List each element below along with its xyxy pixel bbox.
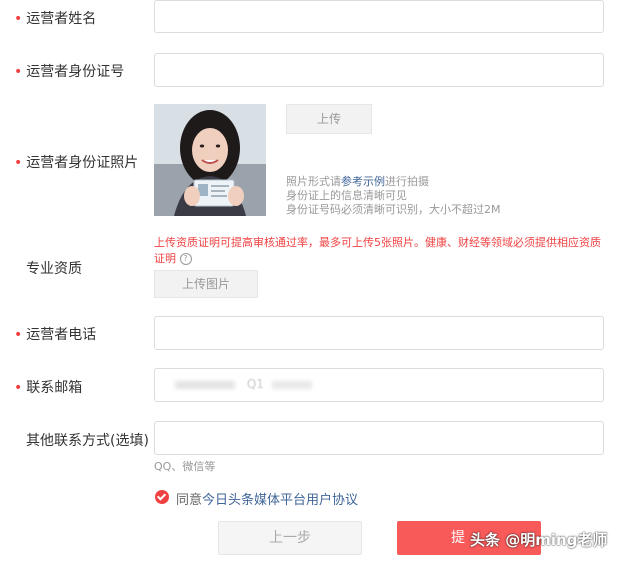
- email-input[interactable]: Q1: [154, 368, 604, 402]
- id-label: • 运营者身份证号: [14, 61, 124, 81]
- photo-label-text: 运营者身份证照片: [26, 155, 139, 171]
- name-input[interactable]: [154, 0, 604, 33]
- upload-image-button[interactable]: 上传图片: [154, 270, 258, 298]
- required-mark: •: [14, 64, 23, 80]
- name-label-text: 运营者姓名: [26, 11, 97, 27]
- other-contact-hint: QQ、微信等: [154, 460, 216, 473]
- agree-prefix: 同意: [176, 493, 203, 508]
- other-contact-input[interactable]: [154, 421, 604, 455]
- name-label: • 运营者姓名: [14, 8, 96, 28]
- qualification-warning-text: 上传资质证明可提高审核通过率，最多可上传5张照片。健康、财经等领域必须提供相应资…: [154, 236, 601, 265]
- person-holding-id-illustration: [154, 104, 266, 216]
- phone-label-text: 运营者电话: [26, 327, 97, 343]
- email-visible-fragment: Q1: [246, 377, 264, 391]
- prev-step-button[interactable]: 上一步: [218, 521, 362, 555]
- id-number-input[interactable]: [154, 53, 604, 87]
- id-photo-example-image: [154, 104, 266, 216]
- photo-hint-suffix: 进行拍摄: [385, 175, 429, 188]
- required-mark: •: [14, 11, 23, 27]
- id-label-text: 运营者身份证号: [26, 64, 125, 80]
- required-mark: •: [14, 327, 23, 343]
- photo-hint-line3: 身份证号码必须清晰可识别，大小不超过2M: [286, 203, 501, 216]
- phone-label: • 运营者电话: [14, 324, 96, 344]
- email-label: • 联系邮箱: [14, 377, 82, 397]
- photo-label: • 运营者身份证照片: [14, 152, 138, 172]
- photo-hint-prefix: 照片形式请: [286, 175, 341, 188]
- photo-hint: 照片形式请参考示例进行拍摄 身份证上的信息清晰可见 身份证号码必须清晰可识别，大…: [286, 175, 501, 217]
- agreement-link[interactable]: 今日头条媒体平台用户协议: [202, 493, 358, 508]
- agreement-text: 同意今日头条媒体平台用户协议: [176, 489, 358, 508]
- required-mark: •: [14, 380, 23, 396]
- example-link[interactable]: 参考示例: [341, 175, 385, 188]
- watermark: 头条 @明ming老师: [470, 531, 608, 549]
- qualification-label: 专业资质: [26, 261, 82, 277]
- blurred-email-suffix: [271, 380, 312, 389]
- upload-id-photo-button[interactable]: 上传: [286, 104, 372, 134]
- required-mark: •: [14, 155, 23, 171]
- phone-input[interactable]: [154, 316, 604, 350]
- agree-checkbox[interactable]: [155, 490, 169, 504]
- help-icon[interactable]: ?: [179, 253, 192, 265]
- qualification-warning: 上传资质证明可提高审核通过率，最多可上传5张照片。健康、财经等领域必须提供相应资…: [154, 235, 604, 267]
- photo-hint-line1: 照片形式请参考示例进行拍摄: [286, 175, 501, 189]
- email-label-text: 联系邮箱: [26, 380, 83, 396]
- blurred-email-prefix: [175, 380, 235, 389]
- photo-hint-line2: 身份证上的信息清晰可见: [286, 189, 407, 202]
- other-contact-label: 其他联系方式(选填): [26, 433, 149, 449]
